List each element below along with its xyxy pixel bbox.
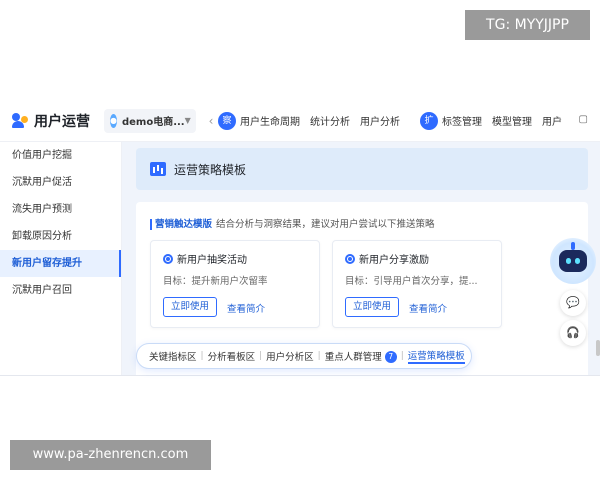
view-intro-link[interactable]: 查看简介 — [227, 301, 265, 315]
main-content: 运营策略模板 营销触达模版 结合分析与洞察结果，建议对用户尝试以下推送策略 新用户… — [122, 142, 600, 375]
document-icon[interactable]: ▢ — [579, 114, 588, 125]
view-intro-link[interactable]: 查看简介 — [409, 301, 447, 315]
sidebar-item-uninstall-reasons[interactable]: 卸载原因分析 — [0, 223, 121, 250]
card-title: 新用户分享激励 — [345, 251, 429, 266]
card-title: 新用户抽奖活动 — [163, 251, 247, 266]
tab-divider: | — [259, 351, 263, 361]
app-window: 用户运营 ● demo电商... ▼ ‹ 察 用户生命周期 统计分析 用户分析 … — [0, 100, 600, 376]
nav-item-user-analysis[interactable]: 用户分析 — [360, 113, 400, 128]
anchor-tab-key-metrics[interactable]: 关键指标区 — [149, 349, 197, 363]
marketing-tag: 营销触达模版 — [150, 219, 213, 230]
project-icon: ● — [110, 113, 117, 128]
card-title-text: 新用户分享激励 — [359, 255, 429, 266]
insight-badge-icon: 察 — [218, 111, 236, 130]
tab-divider: | — [200, 351, 204, 361]
chevron-down-icon: ▼ — [184, 116, 191, 125]
strategy-card-share: 新用户分享激励 目标：引导用户首次分享，提... 立即使用 查看简介 — [332, 240, 502, 328]
watermark-bottom: www.pa-zhenrencn.com — [10, 440, 211, 470]
bar-chart-icon — [150, 162, 166, 176]
ai-assistant-robot-icon[interactable] — [550, 238, 596, 284]
watermark-top: TG: MYYJJPP — [465, 10, 590, 40]
anchor-tab-user-analysis[interactable]: 用户分析区 — [266, 349, 314, 363]
anchor-tab-key-groups[interactable]: 重点人群管理 7 — [325, 349, 397, 363]
use-now-button[interactable]: 立即使用 — [345, 297, 399, 317]
nav-item-tag-management[interactable]: 标签管理 — [442, 113, 482, 128]
card-goal: 目标：引导用户首次分享，提... — [345, 276, 478, 287]
nav-item-statistics[interactable]: 统计分析 — [310, 113, 350, 128]
app-logo[interactable]: 用户运营 — [0, 111, 100, 131]
sidebar-item-value-users[interactable]: 价值用户挖掘 — [0, 142, 121, 169]
target-icon — [163, 253, 173, 264]
sidebar-item-churn-prediction[interactable]: 流失用户预测 — [0, 196, 121, 223]
section-title: 运营策略模板 — [174, 162, 247, 177]
sidebar-item-silent-activation[interactable]: 沉默用户促活 — [0, 169, 121, 196]
app-title: 用户运营 — [34, 113, 90, 130]
project-name: demo电商... — [121, 117, 185, 128]
screenshot-root: TG: MYYJJPP 用户运营 ● demo电商... ▼ ‹ 察 用户生命周… — [0, 0, 600, 480]
strategy-card-lottery: 新用户抽奖活动 目标：提升新用户次留率 立即使用 查看简介 — [150, 240, 320, 328]
tab-divider: | — [400, 351, 404, 361]
sidebar: 价值用户挖掘 沉默用户促活 流失用户预测 卸载原因分析 新用户留存提升 沉默用户… — [0, 142, 122, 375]
anchor-tab-strategy-templates[interactable]: 运营策略模板 — [407, 348, 465, 364]
sidebar-item-silent-recall[interactable]: 沉默用户召回 — [0, 277, 121, 304]
card-goal: 目标：提升新用户次留率 — [163, 276, 268, 287]
project-selector[interactable]: ● demo电商... ▼ — [104, 108, 196, 133]
tab-divider: | — [317, 351, 321, 361]
count-badge: 7 — [384, 351, 397, 363]
nav-scroll-left[interactable]: ‹ — [204, 114, 218, 128]
nav-group-insight: 察 用户生命周期 统计分析 用户分析 — [218, 108, 410, 134]
extend-badge-icon: 扩 — [420, 111, 438, 130]
nav-item-lifecycle[interactable]: 用户生命周期 — [240, 113, 300, 128]
nav-item-model-management[interactable]: 模型管理 — [492, 113, 532, 128]
chat-icon[interactable]: 💬 — [560, 290, 586, 316]
sidebar-item-new-user-retention[interactable]: 新用户留存提升 — [0, 250, 121, 277]
target-icon — [345, 253, 355, 264]
strategy-section-header: 运营策略模板 — [136, 148, 588, 190]
anchor-tab-bar: 关键指标区 | 分析看板区 | 用户分析区 | 重点人群管理 7 | 运营策略模板 — [136, 343, 472, 369]
headset-icon[interactable]: 🎧 — [560, 320, 586, 346]
anchor-tab-dashboard[interactable]: 分析看板区 — [208, 349, 256, 363]
users-icon — [12, 112, 30, 129]
card-title-text: 新用户抽奖活动 — [177, 255, 247, 266]
marketing-description: 营销触达模版 结合分析与洞察结果，建议对用户尝试以下推送策略 — [150, 216, 435, 230]
marketing-desc-text: 结合分析与洞察结果，建议对用户尝试以下推送策略 — [216, 219, 435, 230]
top-header: 用户运营 ● demo电商... ▼ ‹ 察 用户生命周期 统计分析 用户分析 … — [0, 100, 600, 142]
use-now-button[interactable]: 立即使用 — [163, 297, 217, 317]
nav-scroll-right[interactable]: › — [557, 112, 562, 126]
scrollbar-thumb[interactable] — [596, 340, 600, 356]
anchor-tab-label: 重点人群管理 — [324, 352, 382, 363]
nav-group-extend: 扩 标签管理 模型管理 用户 — [420, 108, 572, 134]
